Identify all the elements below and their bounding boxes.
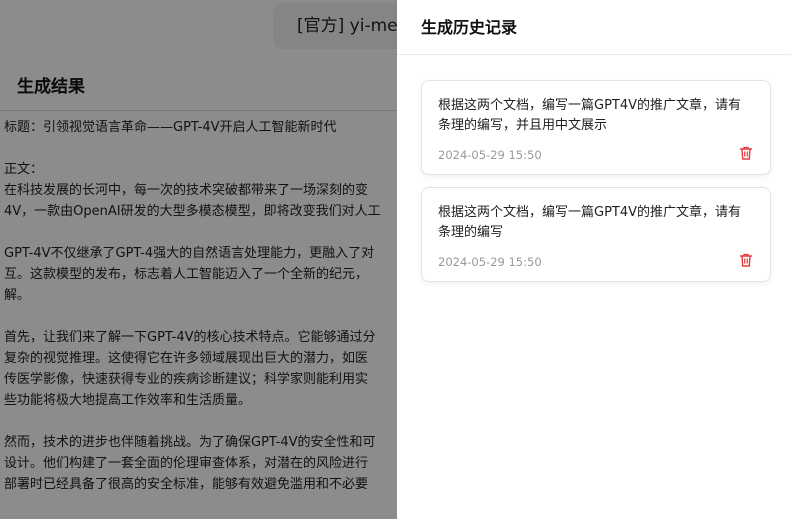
history-list: 根据这两个文档，编写一篇GPT4V的推广文章，请有条理的编写，并且用中文展示 2… (397, 55, 791, 282)
history-item[interactable]: 根据这两个文档，编写一篇GPT4V的推广文章，请有条理的编写 2024-05-2… (421, 187, 771, 282)
history-item[interactable]: 根据这两个文档，编写一篇GPT4V的推广文章，请有条理的编写，并且用中文展示 2… (421, 80, 771, 175)
history-item-meta: 2024-05-29 15:50 (438, 144, 754, 162)
history-item-text: 根据这两个文档，编写一篇GPT4V的推广文章，请有条理的编写 (438, 205, 742, 240)
history-item-text: 根据这两个文档，编写一篇GPT4V的推广文章，请有条理的编写，并且用中文展示 (438, 98, 742, 133)
history-item-time: 2024-05-29 15:50 (438, 148, 542, 162)
trash-icon[interactable] (738, 252, 754, 268)
drawer-title: 生成历史记录 (397, 0, 791, 55)
history-drawer: 生成历史记录 根据这两个文档，编写一篇GPT4V的推广文章，请有条理的编写，并且… (397, 0, 791, 519)
trash-icon[interactable] (738, 145, 754, 161)
history-item-meta: 2024-05-29 15:50 (438, 251, 754, 269)
drawer-mask[interactable] (0, 0, 397, 519)
history-item-time: 2024-05-29 15:50 (438, 255, 542, 269)
